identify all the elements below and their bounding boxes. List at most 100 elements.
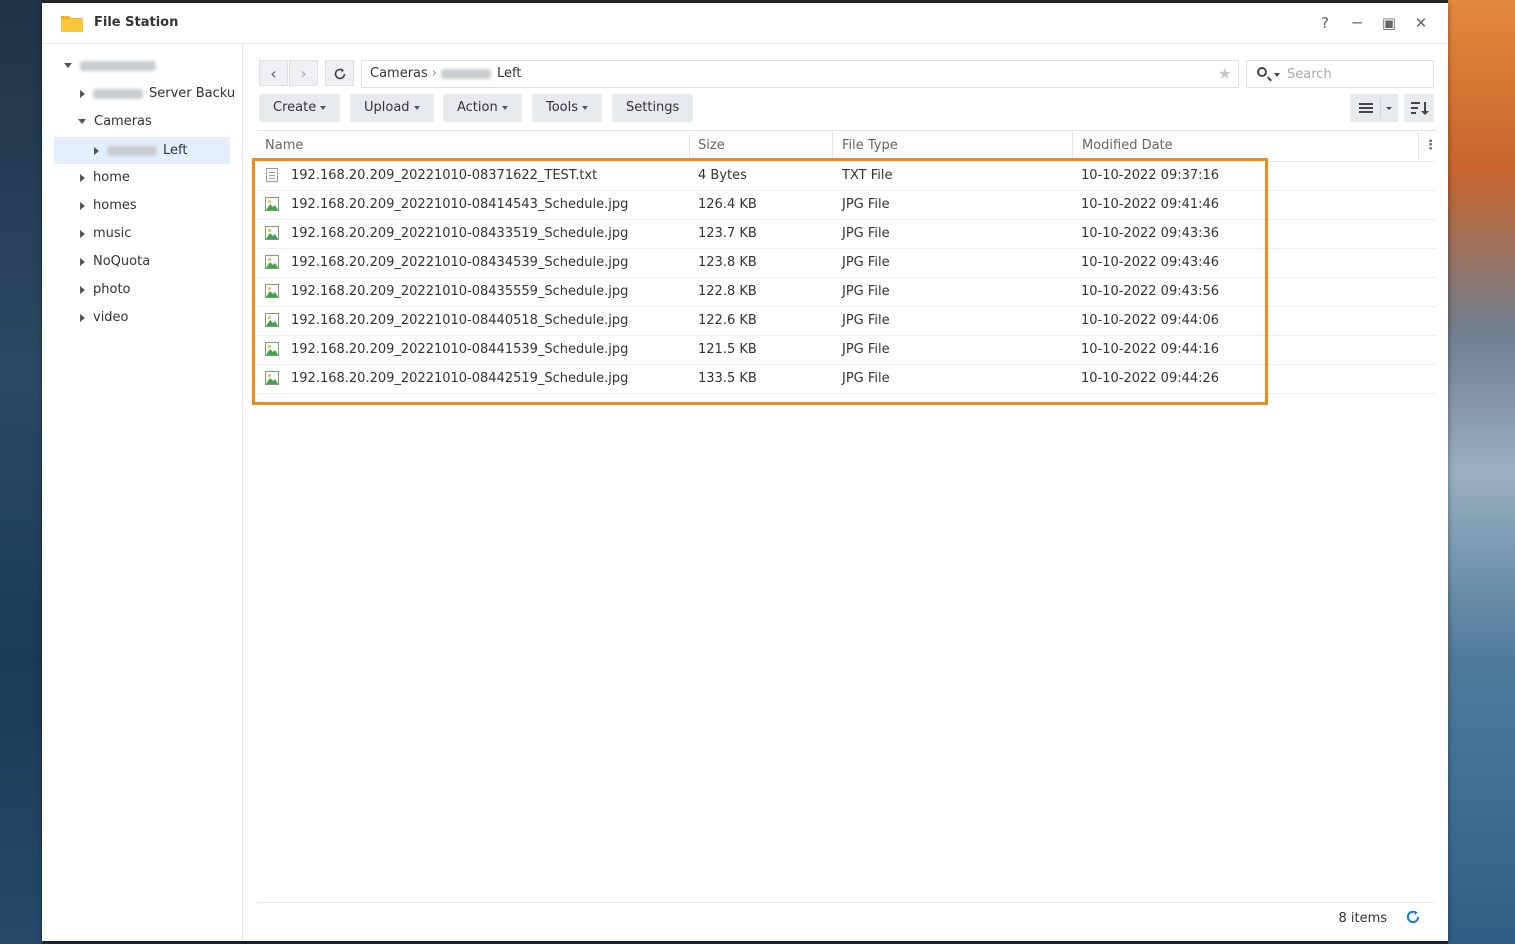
item-count: 8 items bbox=[1338, 911, 1387, 926]
window-title: File Station bbox=[94, 15, 179, 30]
file-type: JPG File bbox=[842, 226, 890, 241]
help-button[interactable]: ? bbox=[1315, 13, 1335, 33]
chevron-right-icon[interactable] bbox=[80, 313, 85, 322]
chevron-right-icon[interactable] bbox=[80, 89, 85, 98]
chevron-right-icon[interactable] bbox=[80, 201, 85, 210]
tree-item-server-backup[interactable]: Server Backu bbox=[80, 82, 235, 106]
breadcrumb-item-left[interactable]: Left bbox=[497, 66, 521, 81]
text-file-icon bbox=[266, 168, 278, 182]
redacted-text bbox=[93, 88, 143, 99]
file-type: JPG File bbox=[842, 284, 890, 299]
file-size: 122.6 KB bbox=[698, 313, 757, 328]
table-row[interactable]: 192.168.20.209_20221010-08433519_Schedul… bbox=[257, 219, 1435, 249]
sort-button[interactable] bbox=[1404, 94, 1434, 122]
file-size: 122.8 KB bbox=[698, 284, 757, 299]
table-row[interactable]: 192.168.20.209_20221010-08440518_Schedul… bbox=[257, 306, 1435, 336]
column-header-size[interactable]: Size bbox=[698, 131, 725, 161]
image-file-icon bbox=[265, 197, 279, 211]
create-button[interactable]: Create bbox=[259, 94, 341, 122]
image-file-icon bbox=[265, 226, 279, 240]
tree-item-root[interactable] bbox=[64, 54, 162, 78]
caret-down-icon[interactable] bbox=[1274, 73, 1280, 77]
tree-item-photo[interactable]: photo bbox=[80, 278, 131, 302]
image-file-icon bbox=[265, 255, 279, 269]
search-icon[interactable] bbox=[1257, 67, 1267, 77]
star-icon[interactable]: ★ bbox=[1218, 61, 1232, 87]
tree-item-home[interactable]: home bbox=[80, 166, 130, 190]
chevron-right-icon[interactable] bbox=[80, 285, 85, 294]
tree-item-label: video bbox=[93, 310, 129, 325]
tree-item-music[interactable]: music bbox=[80, 222, 131, 246]
table-row[interactable]: 192.168.20.209_20221010-08371622_TEST.tx… bbox=[257, 161, 1435, 191]
chevron-down-icon[interactable] bbox=[78, 119, 86, 124]
file-type: JPG File bbox=[842, 342, 890, 357]
tree-item-label: homes bbox=[93, 198, 137, 213]
table-row[interactable]: 192.168.20.209_20221010-08414543_Schedul… bbox=[257, 190, 1435, 220]
tree-item-label: photo bbox=[93, 282, 131, 297]
modified-date: 10-10-2022 09:43:46 bbox=[1081, 255, 1220, 270]
image-file-icon bbox=[265, 342, 279, 356]
main-panel: ‹ › Cameras›Left ★ Create Upload Action … bbox=[243, 44, 1448, 941]
table-row[interactable]: 192.168.20.209_20221010-08441539_Schedul… bbox=[257, 335, 1435, 365]
file-name: 192.168.20.209_20221010-08435559_Schedul… bbox=[291, 284, 629, 299]
tree-item-cameras[interactable]: Cameras bbox=[78, 110, 152, 134]
breadcrumb[interactable]: Cameras › Left ★ bbox=[361, 60, 1239, 88]
modified-date: 10-10-2022 09:44:26 bbox=[1081, 371, 1220, 386]
maximize-button[interactable]: ▣ bbox=[1379, 13, 1399, 33]
tools-button[interactable]: Tools bbox=[532, 94, 603, 122]
settings-button[interactable]: Settings bbox=[612, 94, 694, 122]
file-type: JPG File bbox=[842, 371, 890, 386]
tree-item-homes[interactable]: homes bbox=[80, 194, 137, 218]
column-menu-icon[interactable]: ⋮ bbox=[1424, 131, 1437, 161]
file-name: 192.168.20.209_20221010-08414543_Schedul… bbox=[291, 197, 629, 212]
view-mode-button[interactable] bbox=[1350, 94, 1398, 122]
minimize-button[interactable]: ─ bbox=[1347, 13, 1367, 33]
forward-button[interactable]: › bbox=[289, 60, 318, 86]
table-row[interactable]: 192.168.20.209_20221010-08442519_Schedul… bbox=[257, 364, 1435, 394]
chevron-right-icon[interactable] bbox=[94, 146, 99, 155]
back-button[interactable]: ‹ bbox=[259, 60, 288, 86]
refresh-button[interactable] bbox=[325, 60, 354, 86]
column-header-modified-date[interactable]: Modified Date bbox=[1082, 131, 1173, 161]
title-bar[interactable]: File Station ? ─ ▣ ✕ bbox=[42, 3, 1448, 44]
file-name: 192.168.20.209_20221010-08434539_Schedul… bbox=[291, 255, 629, 270]
close-button[interactable]: ✕ bbox=[1411, 13, 1431, 33]
search-box[interactable] bbox=[1246, 60, 1434, 88]
modified-date: 10-10-2022 09:41:46 bbox=[1081, 197, 1220, 212]
tree-item-label: music bbox=[93, 226, 132, 241]
chevron-down-icon[interactable] bbox=[64, 63, 72, 68]
chevron-right-icon: › bbox=[300, 64, 307, 83]
file-type: JPG File bbox=[842, 197, 890, 212]
table-row[interactable]: 192.168.20.209_20221010-08434539_Schedul… bbox=[257, 248, 1435, 278]
action-button[interactable]: Action bbox=[443, 94, 522, 122]
redacted-text bbox=[107, 145, 157, 156]
upload-button[interactable]: Upload bbox=[350, 94, 434, 122]
file-name: 192.168.20.209_20221010-08433519_Schedul… bbox=[291, 226, 629, 241]
sort-icon bbox=[1411, 102, 1429, 115]
file-size: 4 Bytes bbox=[698, 168, 747, 183]
tree-item-left[interactable]: Left bbox=[54, 137, 230, 164]
file-name: 192.168.20.209_20221010-08440518_Schedul… bbox=[291, 313, 629, 328]
search-input[interactable] bbox=[1287, 61, 1427, 87]
file-type: TXT File bbox=[842, 168, 893, 183]
caret-down-icon bbox=[320, 105, 327, 110]
image-file-icon bbox=[265, 371, 279, 385]
chevron-right-icon[interactable] bbox=[80, 257, 85, 266]
column-header-file-type[interactable]: File Type bbox=[842, 131, 898, 161]
column-header-name[interactable]: Name bbox=[265, 131, 303, 161]
list-view-icon bbox=[1359, 98, 1392, 118]
redacted-server-name bbox=[80, 60, 156, 71]
refresh-icon[interactable] bbox=[1405, 909, 1421, 925]
table-row[interactable]: 192.168.20.209_20221010-08435559_Schedul… bbox=[257, 277, 1435, 307]
desktop-wallpaper-left bbox=[0, 0, 42, 944]
folder-icon bbox=[61, 16, 83, 32]
chevron-right-icon[interactable] bbox=[80, 229, 85, 238]
chevron-left-icon: ‹ bbox=[270, 64, 277, 83]
chevron-right-icon[interactable] bbox=[80, 173, 85, 182]
breadcrumb-item-cameras[interactable]: Cameras bbox=[370, 66, 428, 81]
tree-item-video[interactable]: video bbox=[80, 306, 129, 330]
tree-item-noquota[interactable]: NoQuota bbox=[80, 250, 150, 274]
file-size: 121.5 KB bbox=[698, 342, 757, 357]
file-name: 192.168.20.209_20221010-08441539_Schedul… bbox=[291, 342, 629, 357]
file-station-window: File Station ? ─ ▣ ✕ Server Backu Camera… bbox=[42, 3, 1448, 941]
